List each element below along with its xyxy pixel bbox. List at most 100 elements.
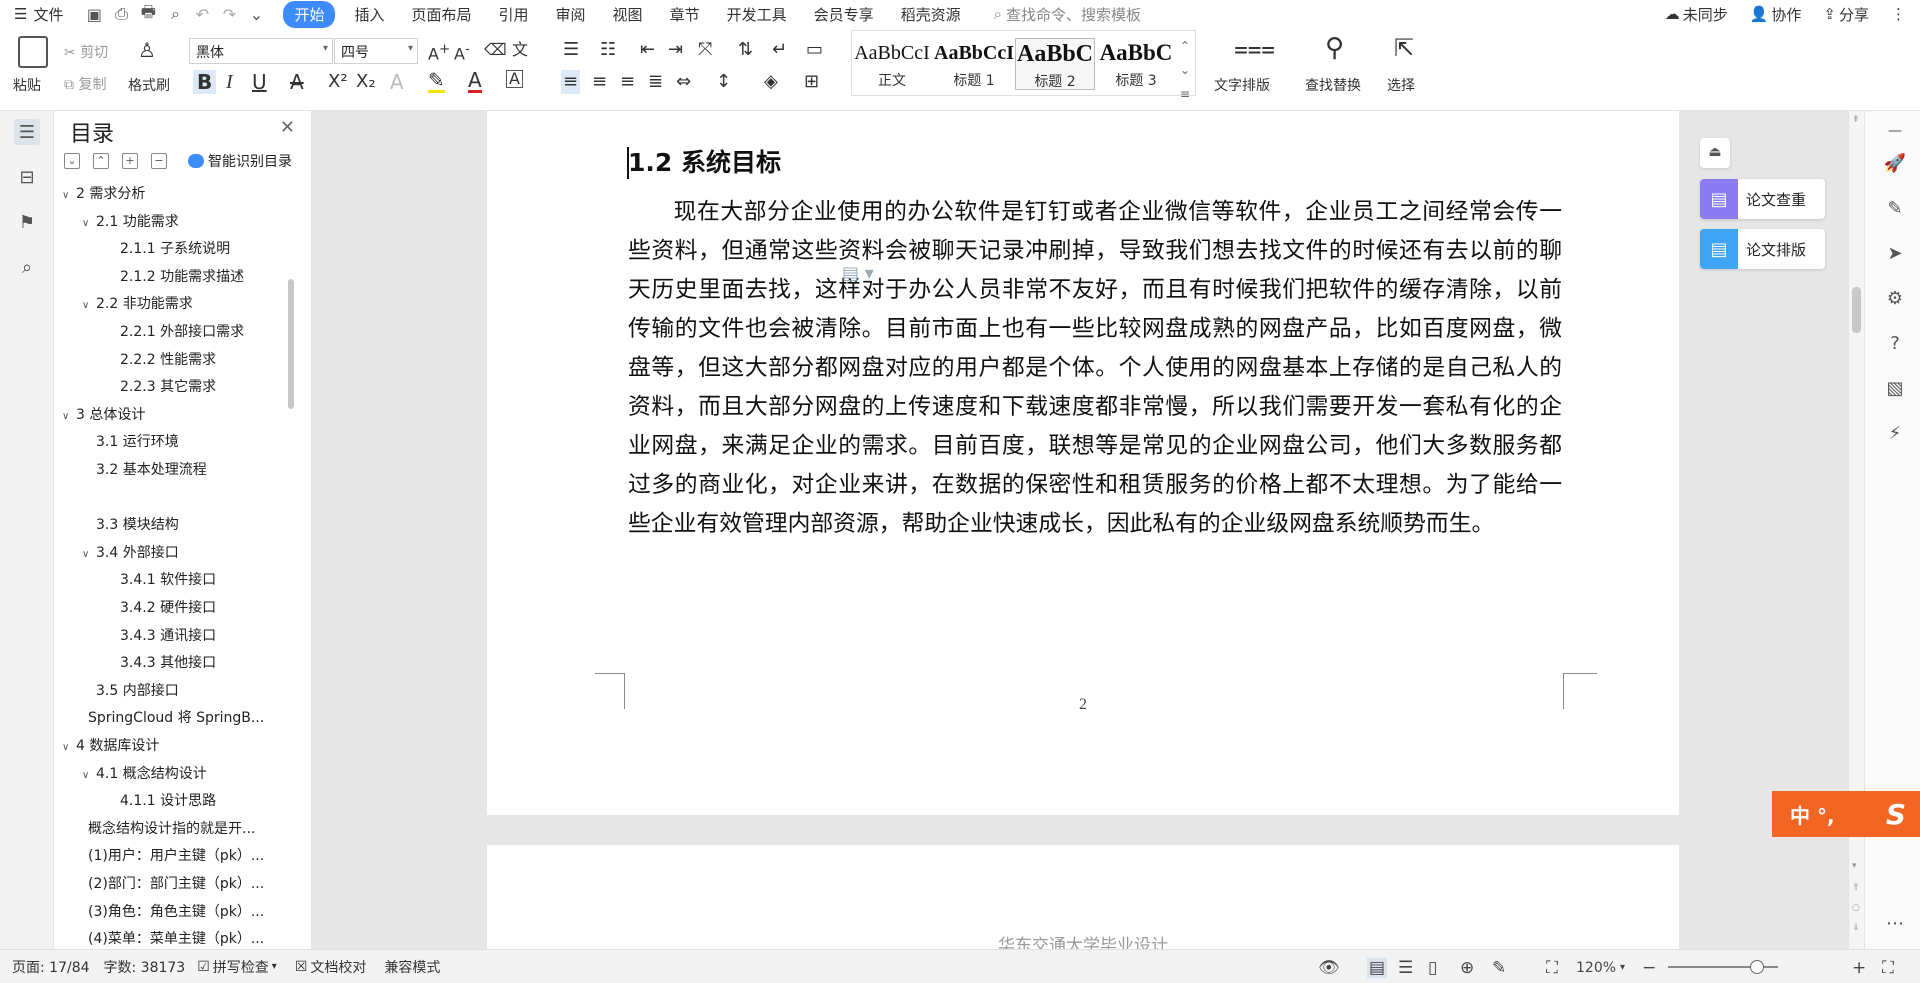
collapse-panel-icon[interactable]: ⏏ [1700, 138, 1730, 168]
bookmark-icon[interactable]: ⚑ [14, 209, 40, 235]
toc-item[interactable]: 3.4.1 软件接口 [98, 569, 311, 593]
toc-item[interactable]: ∨ 3 总体设计 [62, 404, 292, 428]
zoom-level[interactable]: 120% [1576, 960, 1616, 976]
paste-icon[interactable] [18, 36, 48, 68]
section-heading[interactable]: 1.2 系统目标 [628, 143, 781, 179]
toc-item[interactable]: 2.1.2 功能需求描述 [98, 266, 311, 290]
toc-item[interactable]: (1)用户：用户主键（pk）... [74, 845, 304, 869]
borders-icon[interactable]: ⊞ [804, 70, 819, 94]
zoom-slider-knob[interactable] [1750, 960, 1764, 974]
search-icon[interactable]: ⌕ [14, 254, 40, 280]
style-heading-1[interactable]: AaBbCcI 标题 1 [934, 38, 1014, 90]
underline-icon[interactable]: U [252, 70, 267, 94]
text-layout-button[interactable]: 文字排版 [1214, 75, 1270, 95]
eye-icon[interactable]: 👁 [1318, 958, 1340, 978]
print-icon[interactable]: 🖶 [139, 2, 157, 23]
bold-icon[interactable]: B [193, 70, 217, 94]
page-indicator[interactable]: 页面: 17/84 [12, 957, 90, 977]
web-view-icon[interactable]: ⊕ [1460, 958, 1474, 978]
share-button[interactable]: ⇪ 分享 [1823, 4, 1869, 25]
toc-item[interactable]: 2.2.2 性能需求 [98, 349, 311, 373]
expand-up-icon[interactable]: ⌃ [93, 153, 109, 169]
spell-check-button[interactable]: ☑ 拼写检查 ▾ [197, 957, 277, 977]
ime-toolbar[interactable]: 中 °, S [1772, 791, 1920, 837]
command-search[interactable]: ⌕ 查找命令、搜索模板 [994, 4, 1141, 25]
zoom-out-icon[interactable]: − [1642, 958, 1656, 978]
toc-item[interactable]: ∨ 3.4 外部接口 [82, 542, 311, 566]
toc-item[interactable]: 3.3 模块结构 [82, 514, 311, 538]
fit-page-icon[interactable]: ⛶ [1546, 958, 1558, 978]
sort-icon[interactable]: ⇅ [738, 38, 753, 62]
fullscreen-icon[interactable]: ⛶ [1882, 958, 1894, 978]
italic-icon[interactable]: I [226, 70, 233, 94]
line-spacing-icon[interactable]: ↕ [716, 70, 731, 94]
format-painter-button[interactable]: 格式刷 [128, 75, 170, 95]
proofread-button[interactable]: ☒ 文档校对 [295, 957, 367, 977]
pen-icon[interactable]: ✎ [1883, 196, 1907, 220]
subscript-icon[interactable]: X₂ [356, 70, 376, 94]
distribute-icon[interactable]: ⇔ [676, 70, 691, 94]
strikethrough-icon[interactable]: A [290, 70, 304, 94]
tab-view[interactable]: 视图 [613, 2, 643, 27]
grow-font-icon[interactable]: A+ [428, 38, 450, 66]
settings-sliders-icon[interactable]: ⚙ [1883, 286, 1907, 310]
print-preview-icon[interactable]: ⌕ [166, 4, 184, 23]
chevron-down-icon[interactable]: ∨ [62, 411, 76, 422]
text-direction-icon[interactable]: ⤧ [698, 38, 712, 62]
tab-insert[interactable]: 插入 [354, 2, 384, 27]
paste-button[interactable]: 粘贴 [13, 75, 41, 95]
find-icon[interactable]: ⚲ [1325, 35, 1344, 61]
reading-view-icon[interactable]: ▯ [1428, 958, 1437, 978]
tab-section[interactable]: 章节 [670, 2, 700, 27]
help-icon[interactable]: ? [1883, 331, 1907, 355]
numbered-list-icon[interactable]: ☷ [600, 38, 616, 62]
toc-item[interactable]: SpringCloud 将 SpringB... [74, 707, 304, 731]
document-canvas[interactable]: 1.2 系统目标 现在大部分企业使用的办公软件是钉钉或者企业微信等软件，企业员工… [312, 111, 1848, 949]
style-heading-3[interactable]: AaBbC 标题 3 [1096, 38, 1176, 90]
zoom-in-icon[interactable]: + [1852, 958, 1866, 978]
collab-button[interactable]: 👤 协作 [1750, 4, 1802, 25]
copy-button[interactable]: ⧉ 复制 [64, 74, 106, 94]
align-left-icon[interactable]: ≡ [561, 70, 581, 94]
toc-item[interactable]: 3.1 运行环境 [82, 431, 311, 455]
bullet-list-icon[interactable]: ☰ [563, 38, 579, 62]
next-page-icon[interactable]: ⇓ [1852, 923, 1860, 933]
font-color-icon[interactable]: A [468, 70, 482, 93]
font-family-select[interactable]: 黑体 ▾ [189, 38, 333, 64]
sync-button[interactable]: ☁ 未同步 [1665, 4, 1728, 25]
show-marks-icon[interactable]: ↵ [772, 38, 787, 62]
shrink-font-icon[interactable]: A- [454, 38, 470, 66]
bolt-icon[interactable]: ⚡ [1883, 421, 1907, 445]
toc-item[interactable]: 3.4.3 通讯接口 [98, 625, 311, 649]
toc-item[interactable]: ∨ 4.1 概念结构设计 [82, 763, 311, 787]
scroll-thumb[interactable] [1852, 287, 1861, 333]
align-center-icon[interactable]: ≡ [592, 70, 607, 94]
toc-item[interactable]: 3.5 内部接口 [82, 680, 311, 704]
increase-indent-icon[interactable]: ⇥ [668, 38, 683, 62]
chevron-down-icon[interactable]: ∨ [82, 218, 96, 229]
document-icon[interactable]: ▤ ▾ [842, 263, 874, 284]
phonetic-icon[interactable]: 文 [512, 38, 528, 62]
highlight-icon[interactable]: ✎ [428, 70, 445, 93]
toc-panel-icon[interactable]: ☰ [14, 119, 40, 145]
document-page[interactable]: 华东交通大学毕业设计 [487, 845, 1679, 949]
char-border-icon[interactable]: A [506, 70, 523, 88]
pointer-icon[interactable]: ➤ [1883, 241, 1907, 265]
toc-item[interactable]: 2.2.3 其它需求 [98, 376, 311, 400]
body-paragraph[interactable]: 现在大部分企业使用的办公软件是钉钉或者企业微信等软件，企业员工之间经常会传一些资… [628, 193, 1562, 544]
tab-home[interactable]: 开始 [283, 0, 336, 28]
toc-item[interactable]: ∨ 2.2 非功能需求 [82, 293, 311, 317]
superscript-icon[interactable]: X² [328, 70, 348, 94]
more-icon[interactable]: ⋮ [1891, 5, 1906, 23]
save-icon[interactable]: ▣ [85, 5, 103, 24]
toc-item[interactable]: (2)部门：部门主键（pk）... [74, 873, 304, 897]
chevron-down-icon[interactable]: ∨ [82, 300, 96, 311]
cut-button[interactable]: ✂ 剪切 [64, 42, 108, 62]
chevron-down-icon[interactable]: ∨ [62, 742, 76, 753]
undo-icon[interactable]: ↶ [193, 5, 211, 24]
tab-page-layout[interactable]: 页面布局 [412, 2, 472, 27]
scroll-top-icon[interactable]: ⇞ [1852, 115, 1860, 125]
remove-heading-icon[interactable]: − [151, 153, 167, 169]
toc-item[interactable]: 3.4.3 其他接口 [98, 652, 311, 676]
ruler-icon[interactable]: ▭ [806, 38, 823, 62]
